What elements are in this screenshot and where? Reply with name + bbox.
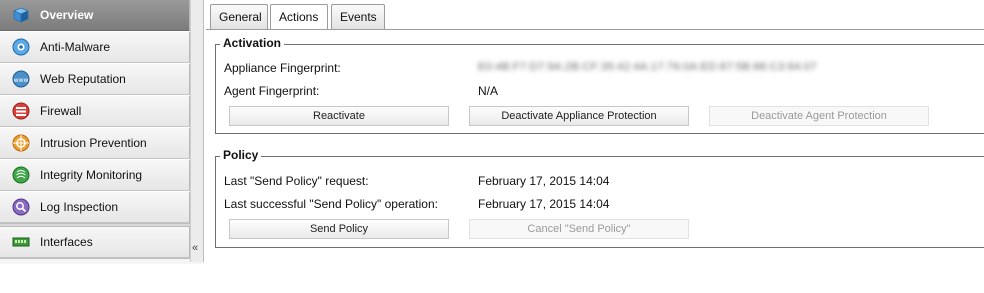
sidebar-item-web-reputation[interactable]: www Web Reputation: [0, 64, 190, 95]
agent-fingerprint-value: N/A: [478, 84, 499, 98]
sidebar-item-label: Interfaces: [40, 235, 93, 249]
sidebar-item-firewall[interactable]: Firewall: [0, 96, 190, 127]
sidebar-item-label: Log Inspection: [40, 200, 119, 214]
firewall-icon: [12, 102, 30, 120]
cancel-send-policy-button: Cancel "Send Policy": [469, 219, 689, 239]
tab-actions[interactable]: Actions: [270, 4, 328, 30]
policy-title: Policy: [220, 148, 262, 162]
last-send-policy-request-label: Last "Send Policy" request:: [224, 174, 369, 188]
sidebar-item-label: Firewall: [40, 104, 82, 118]
sidebar-item-overview[interactable]: Overview: [0, 0, 190, 31]
last-successful-send-policy-label: Last successful "Send Policy" operation:: [224, 197, 438, 211]
last-send-policy-request-value: February 17, 2015 14:04: [478, 174, 610, 188]
sidebar-item-intrusion-prevention[interactable]: Intrusion Prevention: [0, 128, 190, 159]
sidebar-item-label: Integrity Monitoring: [40, 168, 143, 182]
sidebar-nav: Overview Anti-Malware www Web Reputation: [0, 0, 190, 293]
activation-title: Activation: [220, 36, 285, 50]
tab-strip-border: [206, 29, 984, 30]
policy-group: Policy Last "Send Policy" request: Febru…: [215, 148, 984, 248]
log-inspection-icon: [12, 198, 30, 216]
sidebar-item-label: Intrusion Prevention: [40, 136, 147, 150]
sidebar-item-label: Anti-Malware: [40, 40, 111, 54]
sidebar-item-label: Overview: [40, 8, 94, 22]
web-reputation-icon: www: [12, 70, 30, 88]
intrusion-prevention-icon: [12, 134, 30, 152]
overview-icon: [12, 6, 30, 24]
tab-events[interactable]: Events: [331, 4, 385, 29]
appliance-fingerprint-label: Appliance Fingerprint:: [224, 61, 341, 75]
activation-group: Activation Appliance Fingerprint: E0:4B:…: [215, 36, 984, 134]
svg-text:www: www: [14, 77, 29, 84]
reactivate-button[interactable]: Reactivate: [229, 106, 449, 126]
tab-general[interactable]: General: [210, 4, 268, 29]
agent-fingerprint-label: Agent Fingerprint:: [224, 84, 320, 98]
appliance-fingerprint-value: E0:4B:F7:D7:9A:2B:CF:35:42:4A:17:76:0A:E…: [478, 61, 817, 73]
sidebar-collapse-handle[interactable]: «: [190, 0, 204, 262]
tab-label: Events: [340, 10, 377, 24]
sidebar-item-anti-malware[interactable]: Anti-Malware: [0, 32, 190, 63]
deactivate-appliance-protection-button[interactable]: Deactivate Appliance Protection: [469, 106, 689, 126]
sidebar-item-log-inspection[interactable]: Log Inspection: [0, 192, 190, 223]
sidebar-item-label: Web Reputation: [40, 72, 126, 86]
deactivate-agent-protection-button: Deactivate Agent Protection: [709, 106, 929, 126]
send-policy-button[interactable]: Send Policy: [229, 219, 449, 239]
sidebar-item-interfaces[interactable]: Interfaces: [0, 227, 190, 258]
anti-malware-icon: [12, 38, 30, 56]
integrity-monitoring-icon: [12, 166, 30, 184]
sidebar-bottom-bar: [0, 258, 204, 264]
tab-label: General: [219, 10, 262, 24]
collapse-chevron-icon: «: [192, 242, 198, 254]
sidebar-item-integrity-monitoring[interactable]: Integrity Monitoring: [0, 160, 190, 191]
interfaces-icon: [12, 233, 30, 251]
tab-label: Actions: [279, 10, 319, 24]
last-successful-send-policy-value: February 17, 2015 14:04: [478, 197, 610, 211]
